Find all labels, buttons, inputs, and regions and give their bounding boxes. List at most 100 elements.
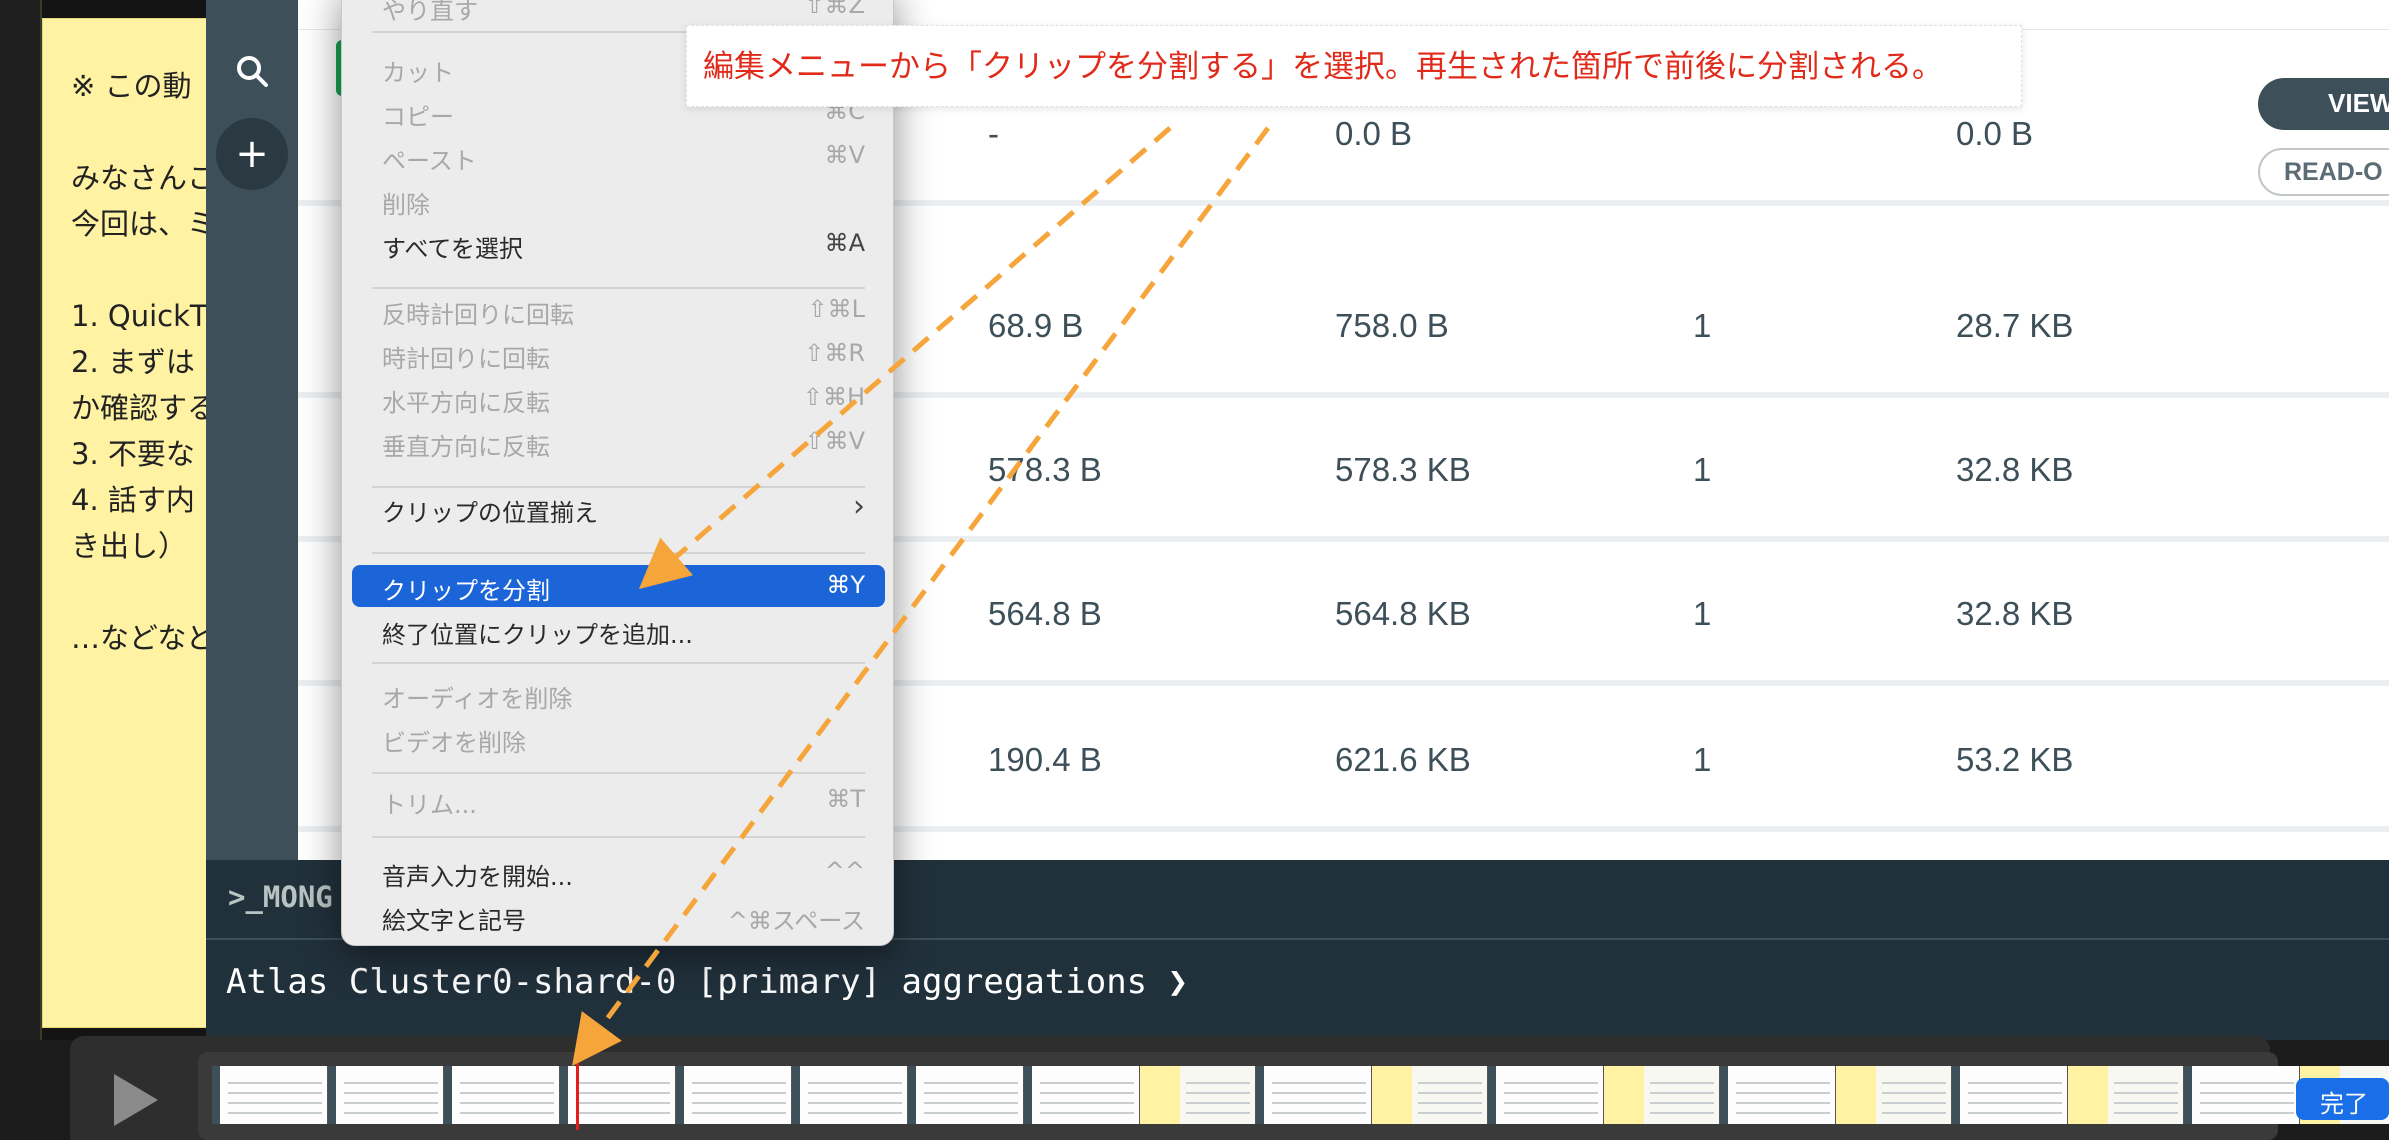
clip-thumbnail[interactable] bbox=[1372, 1066, 1488, 1124]
note-line: 4. 話す内 bbox=[71, 483, 195, 517]
clip-thumbnail[interactable] bbox=[1836, 1066, 1952, 1124]
thumbnail-row-line bbox=[576, 1092, 670, 1094]
cell-index-size: 53.2 KB bbox=[1956, 741, 2074, 778]
clip-thumbnail[interactable] bbox=[328, 1066, 444, 1124]
shell-tab[interactable]: >_MONG bbox=[228, 880, 333, 914]
thumbnail-row-line bbox=[2114, 1092, 2178, 1094]
clip-thumbnail[interactable] bbox=[1256, 1066, 1372, 1124]
menu-item-rotate-right[interactable]: 時計回りに回転 ⇧⌘R bbox=[352, 333, 885, 375]
menu-item-label: 時計回りに回転 bbox=[382, 345, 550, 373]
menu-item-remove-audio[interactable]: オーディオを削除 bbox=[352, 673, 885, 715]
menu-item-label: オーディオを削除 bbox=[382, 685, 573, 713]
menu-item-delete[interactable]: 削除 bbox=[352, 179, 885, 221]
thumbnail-row-line bbox=[1650, 1102, 1714, 1104]
menu-item-clip-alignment[interactable]: クリップの位置揃え › bbox=[352, 487, 885, 529]
menu-item-emoji-symbols[interactable]: 絵文字と記号 ^⌘スペース bbox=[352, 895, 885, 937]
menu-item-redo[interactable]: やり直す ⇧⌘Z bbox=[352, 0, 885, 27]
left-window-edge bbox=[0, 0, 42, 1040]
thumbnail-row-line bbox=[1040, 1102, 1134, 1104]
note-line: …などなど bbox=[71, 621, 212, 655]
thumbnail-row-line bbox=[1418, 1112, 1482, 1114]
thumbnail-row-line bbox=[460, 1092, 554, 1094]
menu-item-rotate-left[interactable]: 反時計回りに回転 ⇧⌘L bbox=[352, 289, 885, 331]
menu-item-split-clip[interactable]: クリップを分割 ⌘Y bbox=[352, 565, 885, 607]
thumbnail-row-line bbox=[808, 1112, 902, 1114]
menu-item-label: トリム... bbox=[382, 791, 477, 819]
thumbnail-sidebar bbox=[1140, 1066, 1180, 1124]
annotation-callout: 編集メニューから「クリップを分割する」を選択。再生された箇所で前後に分割される。 bbox=[686, 25, 2022, 107]
thumbnail-row-line bbox=[228, 1112, 322, 1114]
menu-item-flip-vertical[interactable]: 垂直方向に反転 ⇧⌘V bbox=[352, 421, 885, 463]
menu-item-label: クリップの位置揃え bbox=[382, 499, 598, 527]
cell-index-size: 28.7 KB bbox=[1956, 307, 2074, 344]
thumbnail-row-line bbox=[808, 1102, 902, 1104]
thumbnail-sidebar bbox=[676, 1066, 684, 1124]
thumbnail-sidebar bbox=[1256, 1066, 1264, 1124]
note-line: 今回は、ミ bbox=[71, 207, 212, 241]
cell-total-size: 0.0 B bbox=[1335, 115, 1413, 152]
done-button[interactable]: 完了 bbox=[2296, 1078, 2389, 1120]
cell-avg-doc-size: 68.9 B bbox=[988, 307, 1084, 344]
thumbnail-row-line bbox=[228, 1082, 322, 1084]
sidebar-search-button[interactable] bbox=[216, 35, 288, 107]
thumbnail-row-line bbox=[1504, 1092, 1598, 1094]
menu-item-shortcut: ⌘Y bbox=[826, 571, 865, 599]
thumbnail-row-line bbox=[2200, 1092, 2294, 1094]
sidebar-add-button[interactable]: + bbox=[216, 118, 288, 190]
app-sidebar: + bbox=[206, 0, 298, 860]
menu-separator bbox=[372, 662, 865, 664]
thumbnail-row-line bbox=[1968, 1112, 2062, 1114]
clip-thumbnail[interactable] bbox=[1024, 1066, 1140, 1124]
thumbnail-row-line bbox=[1418, 1102, 1482, 1104]
thumbnail-sidebar bbox=[444, 1066, 452, 1124]
menu-item-shortcut: ⇧⌘R bbox=[804, 339, 865, 367]
clip-thumbnail[interactable] bbox=[1140, 1066, 1256, 1124]
menu-separator bbox=[372, 552, 865, 554]
menu-item-trim[interactable]: トリム... ⌘T bbox=[352, 779, 885, 821]
play-button[interactable] bbox=[100, 1065, 170, 1135]
clip-thumbnail[interactable] bbox=[444, 1066, 560, 1124]
clip-thumbnail[interactable] bbox=[1720, 1066, 1836, 1124]
menu-item-shortcut: ⌘V bbox=[824, 141, 865, 169]
clip-thumbnail[interactable] bbox=[2184, 1066, 2300, 1124]
menu-item-paste[interactable]: ペースト ⌘V bbox=[352, 135, 885, 177]
thumbnail-row-line bbox=[1272, 1102, 1366, 1104]
menu-item-add-clip-to-end[interactable]: 終了位置にクリップを追加... bbox=[352, 609, 885, 651]
thumbnail-sidebar bbox=[1372, 1066, 1412, 1124]
menu-item-select-all[interactable]: すべてを選択 ⌘A bbox=[352, 223, 885, 265]
note-line: 3. 不要な bbox=[71, 437, 195, 471]
playhead-marker[interactable] bbox=[576, 1056, 579, 1130]
clip-thumbnail[interactable] bbox=[676, 1066, 792, 1124]
shell-prompt[interactable]: Atlas Cluster0-shard-0 [primary] aggrega… bbox=[226, 962, 1188, 1002]
thumbnail-row-line bbox=[2200, 1082, 2294, 1084]
thumbnail-sidebar bbox=[792, 1066, 800, 1124]
menu-item-label: 終了位置にクリップを追加... bbox=[382, 621, 693, 649]
menu-item-remove-video[interactable]: ビデオを削除 bbox=[352, 717, 885, 759]
thumbnail-row-line bbox=[460, 1112, 554, 1114]
clip-thumbnail[interactable] bbox=[1604, 1066, 1720, 1124]
sticky-note: ※ この動 みなさんこ 今回は、ミ 1. QuickT 2. まずは か確認する… bbox=[42, 18, 212, 1028]
thumbnail-sidebar bbox=[2068, 1066, 2108, 1124]
thumbnail-row-line bbox=[1186, 1082, 1250, 1084]
clip-thumbnail[interactable] bbox=[908, 1066, 1024, 1124]
clip-thumbnail[interactable] bbox=[1488, 1066, 1604, 1124]
menu-item-start-dictation[interactable]: 音声入力を開始... ^^ bbox=[352, 851, 885, 893]
thumbnail-row-line bbox=[924, 1082, 1018, 1084]
clip-thumbnail[interactable] bbox=[1952, 1066, 2068, 1124]
thumbnail-row-line bbox=[2114, 1082, 2178, 1084]
clip-thumbnail[interactable] bbox=[212, 1066, 328, 1124]
clip-thumbnail[interactable] bbox=[792, 1066, 908, 1124]
clip-strip[interactable] bbox=[198, 1052, 2389, 1140]
view-button[interactable]: VIEW bbox=[2258, 78, 2389, 130]
thumbnail-row-line bbox=[2200, 1112, 2294, 1114]
thumbnail-row-line bbox=[924, 1102, 1018, 1104]
clip-thumbnail[interactable] bbox=[2068, 1066, 2184, 1124]
thumbnail-row-line bbox=[1650, 1092, 1714, 1094]
thumbnail-row-line bbox=[1040, 1092, 1134, 1094]
menu-item-flip-horizontal[interactable]: 水平方向に反転 ⇧⌘H bbox=[352, 377, 885, 419]
thumbnail-row-line bbox=[2114, 1112, 2178, 1114]
thumbnail-row-line bbox=[2114, 1102, 2178, 1104]
thumbnail-sidebar bbox=[908, 1066, 916, 1124]
cell-avg-doc-size: 564.8 B bbox=[988, 595, 1102, 632]
thumbnail-row-line bbox=[1882, 1102, 1946, 1104]
